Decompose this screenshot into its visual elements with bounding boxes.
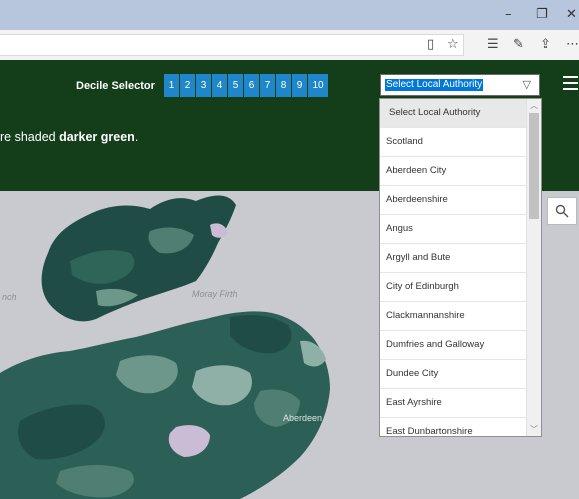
decile-button-group: 1 2 3 4 5 6 7 8 9 10	[164, 74, 328, 97]
dropdown-option[interactable]: Argyll and Bute	[380, 244, 541, 273]
decile-button-7[interactable]: 7	[260, 74, 275, 97]
more-icon[interactable]: ⋯	[566, 37, 579, 52]
local-authority-select[interactable]: Select Local Authority ▽	[380, 74, 540, 96]
star-icon[interactable]: ☆	[447, 37, 459, 52]
chevron-down-icon: ▽	[522, 79, 531, 91]
dropdown-option[interactable]: Clackmannanshire	[380, 302, 541, 331]
dropdown-option[interactable]: Dundee City	[380, 360, 541, 389]
decile-button-9[interactable]: 9	[292, 74, 307, 97]
dropdown-option[interactable]: East Ayrshire	[380, 389, 541, 418]
close-icon[interactable]: ✕	[566, 7, 577, 22]
selected-authority-text: Select Local Authority	[385, 79, 484, 91]
local-authority-dropdown-list[interactable]: Select Local Authority Scotland Aberdeen…	[379, 98, 542, 437]
dropdown-option[interactable]: Aberdeenshire	[380, 186, 541, 215]
dropdown-option[interactable]: Select Local Authority	[380, 99, 541, 128]
browser-toolbar: ▯ ☆ ☰ ✎ ⇪ ⋯	[0, 30, 579, 61]
decile-selector-label: Decile Selector	[76, 80, 155, 92]
decile-button-5[interactable]: 5	[228, 74, 243, 97]
decile-button-2[interactable]: 2	[180, 74, 195, 97]
decile-button-6[interactable]: 6	[244, 74, 259, 97]
dropdown-option[interactable]: East Dunbartonshire	[380, 418, 541, 436]
map-search-button[interactable]	[547, 197, 577, 225]
dropdown-option[interactable]: Dumfries and Galloway	[380, 331, 541, 360]
dropdown-option[interactable]: City of Edinburgh	[380, 273, 541, 302]
address-field[interactable]	[0, 34, 464, 56]
dropdown-option[interactable]: Angus	[380, 215, 541, 244]
map-instruction: re shaded darker green.	[0, 130, 139, 144]
pen-icon[interactable]: ✎	[513, 37, 524, 52]
map-label-moray-firth: Moray Firth	[192, 289, 238, 299]
minimize-icon[interactable]: –	[505, 7, 512, 22]
favorites-icon[interactable]: ☰	[487, 37, 499, 52]
decile-button-3[interactable]: 3	[196, 74, 211, 97]
scrollbar-thumb[interactable]	[529, 113, 539, 219]
map-label-partial: nch	[2, 292, 17, 302]
decile-button-8[interactable]: 8	[276, 74, 291, 97]
search-icon	[555, 204, 569, 218]
decile-button-4[interactable]: 4	[212, 74, 227, 97]
browser-title-bar: – ❐ ✕	[0, 0, 579, 30]
map-label-aberdeen: Aberdeen	[283, 413, 323, 423]
reading-view-icon[interactable]: ▯	[427, 37, 434, 52]
dropdown-option[interactable]: Scotland	[380, 128, 541, 157]
dropdown-scrollbar[interactable]: ︿ ﹀	[526, 99, 541, 436]
decile-button-1[interactable]: 1	[164, 74, 179, 97]
menu-icon[interactable]	[563, 76, 578, 94]
restore-icon[interactable]: ❐	[536, 7, 548, 22]
decile-button-10[interactable]: 10	[308, 74, 328, 97]
scroll-up-icon[interactable]: ︿	[530, 100, 538, 111]
dropdown-option[interactable]: Aberdeen City	[380, 157, 541, 186]
scroll-down-icon[interactable]: ﹀	[530, 424, 538, 435]
share-icon[interactable]: ⇪	[540, 37, 551, 52]
